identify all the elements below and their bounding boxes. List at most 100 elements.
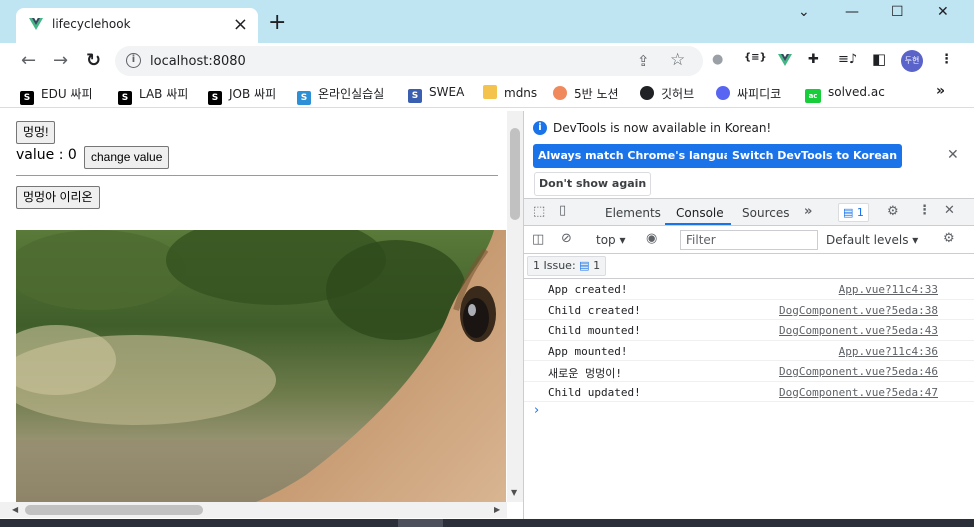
dont-show-again-button[interactable]: Don't show again bbox=[534, 172, 652, 196]
issues-row: 1 Issue: ▤ 1 bbox=[524, 254, 974, 279]
sidebar-toggle-icon[interactable]: ◫ bbox=[532, 232, 544, 247]
discord-icon bbox=[716, 86, 730, 100]
url-text: localhost:8080 bbox=[150, 54, 246, 69]
browser-tab[interactable]: lifecyclehook × bbox=[16, 8, 258, 43]
minimize-button[interactable]: — bbox=[845, 4, 859, 20]
active-tab-indicator bbox=[665, 223, 731, 225]
console-log-row: 새로운 멍멍이! DogComponent.vue?5eda:46 bbox=[524, 361, 974, 382]
taskbar-item[interactable] bbox=[398, 519, 443, 527]
log-levels-dropdown[interactable]: Default levels ▾ bbox=[826, 233, 918, 247]
github-icon bbox=[640, 86, 654, 100]
peach-icon bbox=[553, 86, 567, 100]
value-text: value : 0 bbox=[16, 147, 77, 163]
console-settings-gear-icon[interactable]: ⚙ bbox=[943, 231, 955, 246]
live-expression-eye-icon[interactable]: ◉ bbox=[646, 231, 657, 246]
forward-button[interactable]: → bbox=[53, 50, 68, 71]
device-toolbar-icon[interactable]: ▯ bbox=[559, 203, 566, 218]
side-panel-icon[interactable]: ◧ bbox=[872, 50, 886, 68]
swea-icon: S bbox=[408, 89, 422, 103]
tab-elements[interactable]: Elements bbox=[605, 206, 661, 220]
tab-strip: lifecyclehook × + ⌄ — ☐ ✕ bbox=[0, 0, 974, 43]
scroll-down-icon[interactable]: ▼ bbox=[511, 488, 517, 497]
horizontal-scroll-thumb[interactable] bbox=[25, 505, 203, 515]
solvedac-icon: ac bbox=[805, 89, 821, 103]
devtools-tabbar: ⬚ ▯ Elements Console Sources » ▤ 1 ⚙ ⋮ ✕ bbox=[524, 199, 974, 226]
clear-console-icon[interactable]: ⊘ bbox=[561, 231, 572, 246]
match-language-button[interactable]: Always match Chrome's language bbox=[533, 144, 752, 168]
profile-avatar[interactable]: 두현 bbox=[901, 50, 923, 72]
devtools-panel: i DevTools is now available in Korean! A… bbox=[523, 111, 974, 527]
log-source-link[interactable]: DogComponent.vue?5eda:38 bbox=[779, 304, 938, 317]
devtools-infobar: i DevTools is now available in Korean! A… bbox=[524, 111, 974, 199]
browser-toolbar: ← → ↻ i localhost:8080 ⇪ ☆ ● {≡} ✚ ≡♪ ◧ … bbox=[0, 43, 974, 79]
vertical-scroll-thumb[interactable] bbox=[510, 128, 520, 220]
extensions-puzzle-icon[interactable]: ✚ bbox=[808, 52, 819, 67]
infobar-close-icon[interactable]: ✕ bbox=[947, 147, 959, 163]
change-value-button[interactable]: change value bbox=[84, 146, 170, 169]
info-icon: i bbox=[533, 121, 547, 135]
console-log-row: App mounted! App.vue?11c4:36 bbox=[524, 341, 974, 361]
json-extension-icon[interactable]: {≡} bbox=[744, 52, 767, 63]
bookmark-item[interactable]: S JOB 싸피 bbox=[208, 85, 276, 105]
bookmark-item[interactable]: S 온라인실습실 bbox=[297, 85, 384, 105]
bookmark-item[interactable]: mdns bbox=[483, 85, 537, 100]
divider bbox=[16, 175, 498, 176]
address-bar[interactable]: i localhost:8080 ⇪ ☆ bbox=[115, 46, 703, 76]
maximize-button[interactable]: ☐ bbox=[891, 4, 904, 20]
issues-counter[interactable]: ▤ 1 bbox=[838, 203, 869, 222]
tab-sources[interactable]: Sources bbox=[742, 206, 789, 220]
site-info-icon[interactable]: i bbox=[126, 53, 141, 68]
back-button[interactable]: ← bbox=[21, 50, 36, 71]
console-log-row: Child updated! DogComponent.vue?5eda:47 bbox=[524, 382, 974, 402]
console-prompt-icon[interactable]: › bbox=[534, 403, 539, 418]
vue-devtools-icon[interactable] bbox=[778, 54, 792, 66]
bookmark-item[interactable]: 깃허브 bbox=[640, 85, 694, 102]
close-devtools-icon[interactable]: ✕ bbox=[944, 203, 955, 218]
media-icon[interactable]: ≡♪ bbox=[838, 52, 857, 67]
tab-close-icon[interactable]: × bbox=[233, 14, 248, 35]
settings-gear-icon[interactable]: ⚙ bbox=[887, 204, 899, 219]
more-bookmarks-icon[interactable]: » bbox=[936, 83, 945, 99]
close-window-button[interactable]: ✕ bbox=[937, 4, 949, 20]
more-tabs-icon[interactable]: » bbox=[804, 204, 812, 219]
filter-input[interactable]: Filter bbox=[680, 230, 818, 250]
bookmark-item[interactable]: S EDU 싸피 bbox=[20, 85, 93, 105]
vertical-scrollbar[interactable]: ▼ bbox=[507, 111, 523, 502]
issues-chip[interactable]: 1 Issue: ▤ 1 bbox=[527, 256, 607, 276]
issue-icon: ▤ bbox=[579, 259, 590, 272]
log-source-link[interactable]: DogComponent.vue?5eda:47 bbox=[779, 386, 938, 399]
extension-icon[interactable]: ● bbox=[712, 52, 723, 67]
log-source-link[interactable]: App.vue?11c4:36 bbox=[839, 345, 938, 358]
console-toolbar: ◫ ⊘ top ▾ ◉ Filter Default levels ▾ ⚙ bbox=[524, 226, 974, 254]
ssafy-icon: S bbox=[208, 91, 222, 105]
context-selector[interactable]: top ▾ bbox=[596, 233, 626, 247]
dog-image bbox=[16, 230, 506, 502]
bark-button[interactable]: 멍멍! bbox=[16, 121, 56, 144]
bookmark-item[interactable]: S LAB 싸피 bbox=[118, 85, 188, 105]
log-source-link[interactable]: DogComponent.vue?5eda:46 bbox=[779, 365, 938, 378]
horizontal-scrollbar[interactable]: ◀ ▶ bbox=[0, 502, 507, 518]
new-tab-button[interactable]: + bbox=[268, 12, 286, 34]
bookmark-star-icon[interactable]: ☆ bbox=[670, 50, 685, 70]
tab-search-icon[interactable]: ⌄ bbox=[798, 4, 810, 20]
scroll-left-icon[interactable]: ◀ bbox=[12, 505, 18, 514]
rename-dog-button[interactable]: 멍멍아 이리온 bbox=[16, 186, 100, 209]
ssafy-icon: S bbox=[297, 91, 311, 105]
menu-icon[interactable]: ⋮ bbox=[940, 52, 953, 67]
switch-language-button[interactable]: Switch DevTools to Korean bbox=[727, 144, 903, 168]
infobar-message: DevTools is now available in Korean! bbox=[553, 121, 772, 135]
bookmark-item[interactable]: 5반 노션 bbox=[553, 85, 619, 102]
console-log-list: App created! App.vue?11c4:33 Child create… bbox=[524, 279, 974, 402]
share-icon[interactable]: ⇪ bbox=[637, 52, 650, 70]
reload-button[interactable]: ↻ bbox=[86, 50, 101, 71]
console-log-row: Child mounted! DogComponent.vue?5eda:43 bbox=[524, 320, 974, 341]
log-source-link[interactable]: DogComponent.vue?5eda:43 bbox=[779, 324, 938, 337]
bookmark-item[interactable]: ac solved.ac bbox=[805, 85, 885, 103]
devtools-menu-icon[interactable]: ⋮ bbox=[918, 203, 931, 218]
bookmark-item[interactable]: 싸피디코 bbox=[716, 85, 781, 102]
scroll-right-icon[interactable]: ▶ bbox=[494, 505, 500, 514]
bookmark-item[interactable]: S SWEA bbox=[408, 85, 464, 103]
log-source-link[interactable]: App.vue?11c4:33 bbox=[839, 283, 938, 296]
inspect-icon[interactable]: ⬚ bbox=[533, 204, 545, 219]
tab-console[interactable]: Console bbox=[676, 206, 724, 220]
